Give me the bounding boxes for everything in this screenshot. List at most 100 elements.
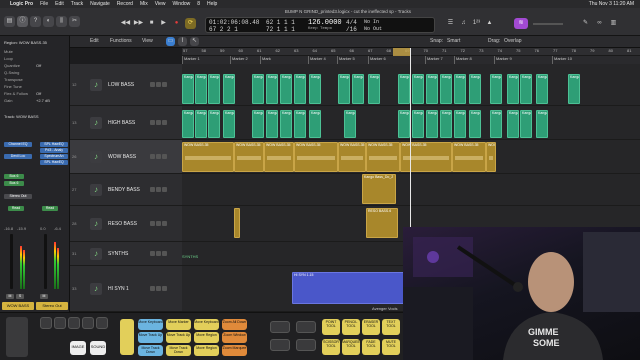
track-control-button[interactable] (156, 187, 161, 192)
tool-key[interactable]: MUTE TOOL (382, 339, 400, 355)
menu-track[interactable]: Track (71, 1, 83, 7)
region[interactable]: Kangaroo (309, 74, 321, 104)
track-control-button[interactable] (156, 251, 161, 256)
menu-mix[interactable]: Mix (140, 1, 148, 7)
channel-fader[interactable] (10, 234, 13, 289)
region[interactable]: RESO BASS.6 (366, 208, 398, 238)
plugin-slot[interactable]: Devil Loc (4, 154, 32, 159)
menu-app-name[interactable]: Logic Pro (10, 1, 33, 7)
library-icon[interactable]: ▤ (4, 16, 15, 27)
shortcut-key[interactable]: Move Region (194, 332, 219, 343)
track-name[interactable]: HI SYN 1 (108, 286, 129, 292)
track-header[interactable]: 26 ♪ WOW BASS (70, 140, 182, 174)
tool-key[interactable]: TEXT TOOL (382, 319, 400, 335)
region[interactable]: Kangaroo (398, 74, 410, 104)
play-icon[interactable]: ▶ (158, 18, 169, 29)
loops-icon[interactable]: ∞ (594, 18, 605, 29)
region[interactable]: WOW BASS.35 (452, 142, 486, 172)
region[interactable]: WOW BASS.35 (182, 142, 234, 172)
rewind-icon[interactable]: ◀◀ (120, 18, 131, 29)
region[interactable]: Kangaroo (294, 74, 306, 104)
record-icon[interactable]: ● (171, 18, 182, 29)
region[interactable]: Kangaroo (368, 74, 380, 104)
key-blank[interactable] (54, 317, 66, 329)
region[interactable]: Kangaroo (507, 110, 519, 138)
pointer-tool-icon[interactable]: ↖ (190, 37, 199, 46)
region[interactable]: Kangaroo (469, 110, 481, 138)
master-volume-slider[interactable] (533, 23, 563, 25)
channel-name[interactable]: WOW BASS (2, 302, 34, 310)
region[interactable]: Kangaroo (536, 110, 548, 138)
region[interactable]: Kangaroo (412, 74, 424, 104)
track-control-button[interactable] (150, 221, 155, 226)
bar-ruler[interactable]: 5758596061626364656667686970717273747576… (182, 48, 640, 56)
shortcut-key[interactable]: Move Track Up (138, 332, 163, 343)
marker[interactable]: Marker 1 (182, 56, 200, 64)
region[interactable]: Kango Bass_Do_2 (362, 174, 396, 204)
track-buttons[interactable] (150, 251, 178, 257)
region[interactable]: WOW BASS.35 (400, 142, 452, 172)
shortcut-key[interactable]: Move Keyboard (138, 319, 163, 330)
region[interactable]: Kangaroo (536, 74, 548, 104)
region[interactable]: Kangaroo (223, 110, 235, 138)
cycle-range[interactable] (393, 48, 411, 56)
browser-icon[interactable]: ▥ (608, 18, 619, 29)
region[interactable]: Kangaroo (412, 110, 424, 138)
track-header[interactable]: 31 ♪ SYNTHS (70, 242, 182, 266)
track-control-button[interactable] (162, 286, 167, 291)
inspector-track-label[interactable]: Track: WOW BASS (4, 114, 39, 119)
edit-menu[interactable]: Edit (90, 38, 99, 44)
inspector-value[interactable]: Off (36, 91, 41, 96)
key-blank[interactable] (40, 317, 52, 329)
region[interactable]: Kangaroo (469, 74, 481, 104)
region[interactable]: Kangaroo (195, 110, 207, 138)
automation-read-button[interactable]: Read (8, 206, 24, 211)
plugin-slot[interactable]: SPL HawEQ (40, 142, 68, 147)
tool-key[interactable]: FADE TOOL (362, 339, 380, 355)
smart-controls-icon[interactable]: ◐ (43, 16, 54, 27)
marker[interactable]: Marker 4 (308, 56, 326, 64)
region[interactable]: Kangaroo (223, 74, 235, 104)
marker[interactable]: Marker 8 (454, 56, 472, 64)
lcd-display[interactable]: 01:02:06:08.48 67 2 2 1 62 1 1 1 72 1 1 … (205, 17, 435, 33)
region[interactable]: Kangaroo (454, 110, 466, 138)
region[interactable]: Kangaroo (426, 110, 438, 138)
track-name[interactable]: HIGH BASS (108, 120, 135, 126)
track-control-button[interactable] (162, 154, 167, 159)
track-buttons[interactable] (150, 187, 178, 193)
key-blank[interactable] (270, 321, 290, 333)
region[interactable]: Kangaroo (182, 110, 194, 138)
tool-key[interactable]: PENCIL TOOL (342, 319, 360, 335)
track-name[interactable]: SYNTHS (108, 251, 128, 257)
region[interactable]: Kangaroo (352, 74, 364, 104)
snap-select[interactable]: Smart (447, 38, 460, 44)
region[interactable]: Kangaroo (520, 110, 532, 138)
marker[interactable]: Marker 6 (368, 56, 386, 64)
track-control-button[interactable] (162, 187, 167, 192)
key-blank[interactable] (96, 317, 108, 329)
region[interactable]: Kangaroo (182, 74, 194, 104)
region[interactable]: Kangaroo (398, 110, 410, 138)
region[interactable]: Kangaroo (208, 74, 220, 104)
menu-8[interactable]: 8 (197, 1, 200, 7)
key-blank[interactable] (296, 321, 316, 333)
send-slot[interactable]: Bus 6 (4, 174, 24, 179)
region[interactable]: Kangaroo (490, 74, 502, 104)
track-control-button[interactable] (150, 154, 155, 159)
catch-playhead-icon[interactable]: ▭ (166, 37, 175, 46)
region[interactable]: Kangaroo (568, 74, 580, 104)
track-control-button[interactable] (156, 82, 161, 87)
tool-key[interactable]: ERASER TOOL (362, 319, 380, 335)
plugin-slot[interactable]: SPL HawEQ (40, 160, 68, 165)
track-buttons[interactable] (150, 82, 178, 88)
track-control-button[interactable] (156, 221, 161, 226)
region[interactable]: Kangaroo (520, 74, 532, 104)
region[interactable]: Kangaroo (280, 110, 292, 138)
menu-file[interactable]: File (40, 1, 48, 7)
output-slot[interactable]: Stereo Out (4, 194, 32, 199)
key-blank[interactable] (270, 339, 290, 351)
marker-row[interactable]: Marker 1 Marker 2 Mark Marker 4 Marker 5 Mark… (182, 56, 640, 64)
track-control-button[interactable] (156, 154, 161, 159)
shortcut-key[interactable]: Zoom All Down (222, 319, 247, 330)
track-name[interactable]: RESO BASS (108, 221, 137, 227)
